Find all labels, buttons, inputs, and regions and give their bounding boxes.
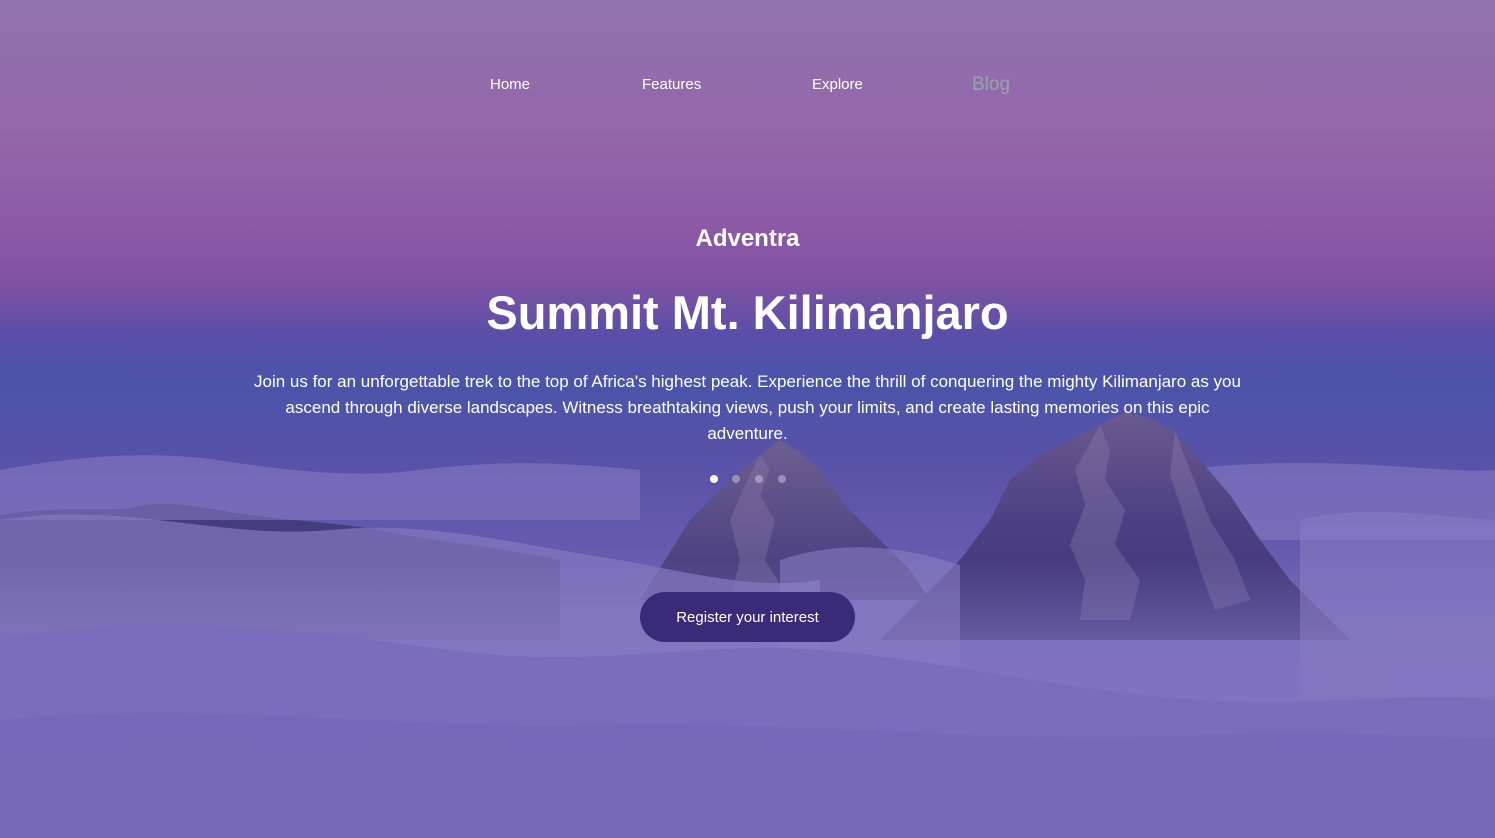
hero-description: Join us for an unforgettable trek to the… xyxy=(254,372,1241,443)
carousel-indicators xyxy=(709,475,789,485)
brand-name: Adventra xyxy=(695,225,800,252)
nav-link-features[interactable]: Features xyxy=(642,76,701,93)
main-navigation: Home Features Explore Blog xyxy=(0,74,1495,96)
register-interest-button[interactable]: Register your interest xyxy=(640,592,855,642)
nav-link-blog[interactable]: Blog xyxy=(972,74,1010,96)
nav-link-home[interactable]: Home xyxy=(490,76,530,93)
hero-section: Home Features Explore Blog Adventra Summ… xyxy=(0,0,1495,838)
carousel-dot-2[interactable] xyxy=(732,475,740,483)
carousel-dot-3[interactable] xyxy=(755,475,763,483)
carousel-dot-1[interactable] xyxy=(710,475,718,483)
carousel-dot-4[interactable] xyxy=(778,475,786,483)
hero-title: Summit Mt. Kilimanjaro xyxy=(486,286,1009,339)
nav-link-explore[interactable]: Explore xyxy=(812,76,863,93)
